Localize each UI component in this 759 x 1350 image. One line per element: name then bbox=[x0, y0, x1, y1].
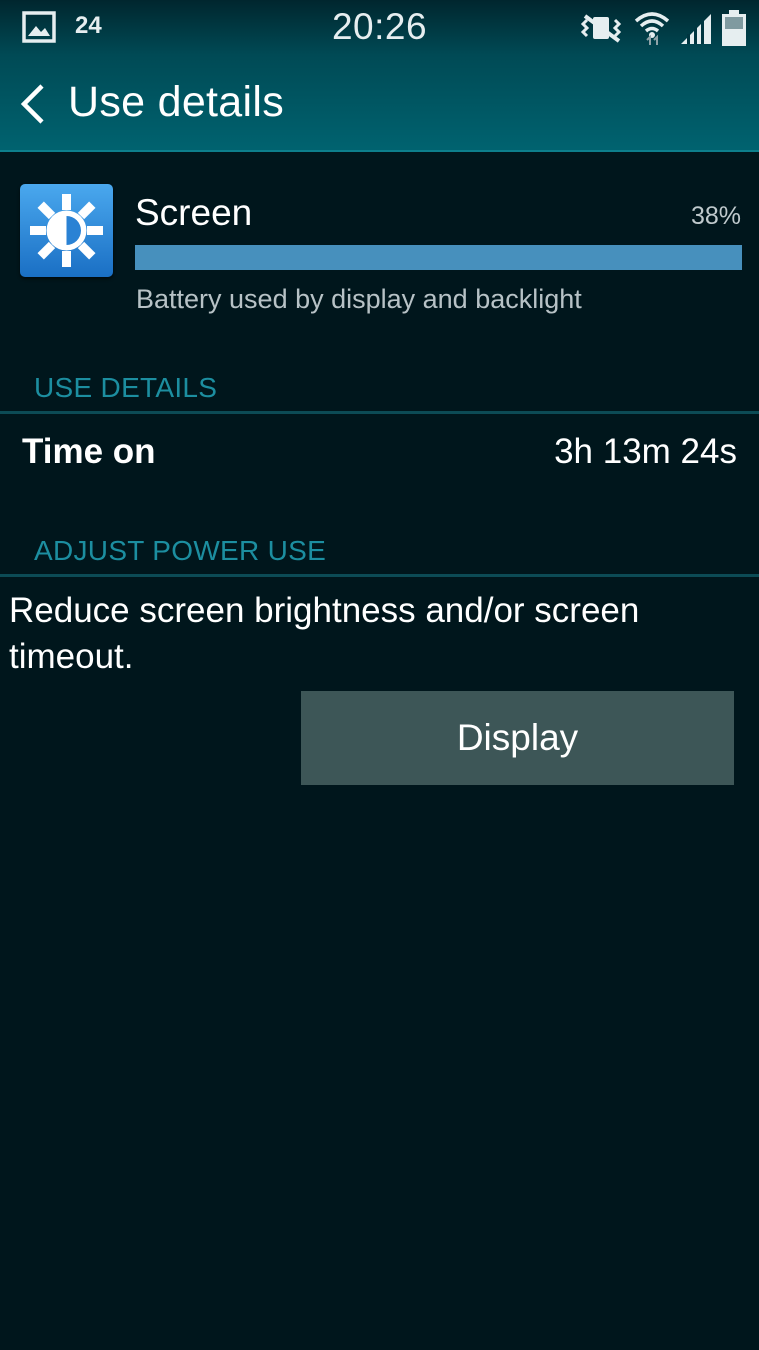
time-on-value: 3h 13m 24s bbox=[554, 432, 737, 471]
usage-progress-fill bbox=[135, 245, 742, 270]
page-title: Use details bbox=[68, 78, 285, 126]
wifi-icon bbox=[633, 10, 671, 46]
time-on-label: Time on bbox=[22, 432, 156, 471]
vibrate-mode-icon bbox=[577, 12, 625, 44]
power-advice-text: Reduce screen brightness and/or screen t… bbox=[9, 591, 640, 676]
screen-brightness-icon bbox=[20, 184, 113, 277]
battery-icon bbox=[721, 10, 747, 46]
usage-progress-bar bbox=[135, 245, 742, 270]
app-bar: Use details bbox=[0, 60, 759, 150]
time-on-row: Time on 3h 13m 24s bbox=[0, 418, 759, 490]
status-bar: 24 20:26 bbox=[0, 0, 759, 54]
usage-name: Screen bbox=[135, 192, 253, 233]
section-header-label: USE DETAILS bbox=[34, 372, 218, 403]
usage-description: Battery used by display and backlight bbox=[136, 284, 582, 314]
notification-count: 24 bbox=[75, 12, 102, 39]
chevron-left-icon[interactable] bbox=[16, 82, 50, 126]
signal-icon bbox=[679, 12, 713, 44]
usage-percent: 38% bbox=[690, 202, 741, 230]
section-header-adjust-power-use: ADJUST POWER USE bbox=[0, 529, 759, 577]
section-header-use-details: USE DETAILS bbox=[0, 366, 759, 414]
usage-item: Screen 38% Battery used by display and b… bbox=[0, 152, 759, 332]
top-bar: 24 20:26 Use details bbox=[0, 0, 759, 152]
section-header-label: ADJUST POWER USE bbox=[34, 535, 327, 566]
status-icons bbox=[577, 8, 747, 48]
gallery-notification-icon bbox=[22, 11, 56, 43]
display-button[interactable]: Display bbox=[301, 691, 734, 785]
